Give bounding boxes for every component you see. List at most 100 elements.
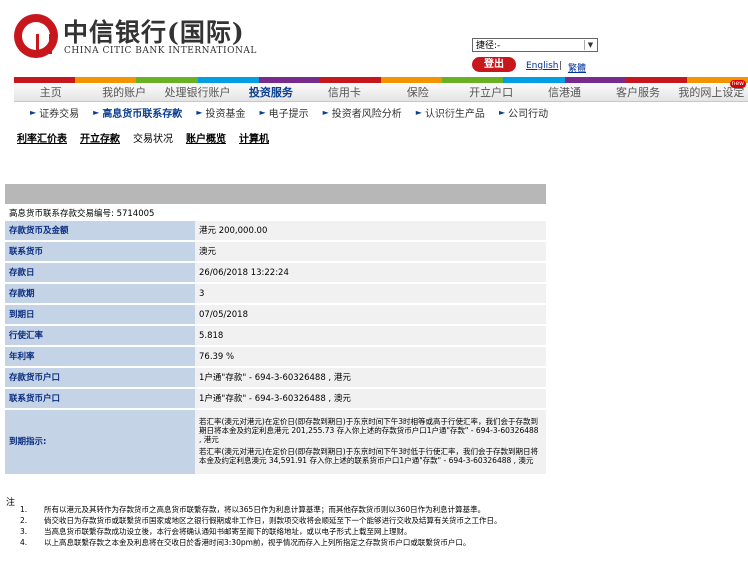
stripe-segment [136, 77, 198, 83]
note-item: 4. 以上高息联繫存款之本金及利息将在交收日於香港时间3:30pm前，视乎情况而存… [20, 538, 580, 548]
main-nav-item[interactable]: 信港通 [528, 84, 601, 101]
page-header: 中信银行(国际) CHINA CITIC BANK INTERNATIONAL … [0, 0, 748, 76]
instruction-para-1: 若汇率(澳元对港元)在定价日(即存款到期日)于东京时间下午3时相等或高于行使汇率… [199, 416, 539, 444]
note-text: 倘交收日为存款货币或联繫货币国家或地区之银行假期或非工作日，则款项交收将会顺延至… [44, 516, 502, 525]
stripe-segment [197, 77, 259, 83]
detail-row: 年利率 76.39 % [5, 347, 546, 366]
detail-value: 澳元 [195, 242, 546, 261]
arrow-right-icon: ► [498, 107, 506, 117]
tab-link: 交易状况 [133, 134, 173, 145]
maturity-instruction-value: 若汇率(澳元对港元)在定价日(即存款到期日)于东京时间下午3时相等或高于行使汇率… [195, 410, 546, 474]
detail-label: 联系货币 [5, 242, 195, 261]
tab-link[interactable]: 计算机 [239, 130, 269, 145]
brand-name-cn: 中信银行(国际) [63, 18, 245, 47]
new-badge: new [729, 80, 747, 88]
chevron-down-icon[interactable]: ▼ [584, 40, 596, 50]
transaction-ref-value: 5714005 [116, 209, 155, 219]
lang-traditional-link[interactable]: 繁體 [568, 61, 586, 74]
arrow-right-icon: ► [196, 107, 203, 117]
tab-link[interactable]: 开立存款 [80, 130, 120, 145]
sub-nav-item[interactable]: ► 投资者风险分析 [323, 105, 402, 120]
stripe-segment [381, 77, 443, 83]
detail-label: 联系货币户口 [5, 389, 195, 408]
tab-link[interactable]: 利率汇价表 [17, 130, 67, 145]
detail-value: 1户通"存款" - 694-3-60326488 , 港元 [195, 368, 546, 387]
sub-nav-label: 投资基金 [205, 108, 246, 120]
detail-value: 76.39 % [195, 347, 546, 366]
sub-nav-item[interactable]: ► 认识衍生产品 [416, 105, 485, 120]
detail-label: 年利率 [5, 347, 195, 366]
sub-nav-item[interactable]: ► 电子提示 [259, 105, 308, 120]
detail-label: 到期日 [5, 305, 195, 324]
lang-english-link[interactable]: English [526, 61, 559, 71]
brand-name-en: CHINA CITIC BANK INTERNATIONAL [64, 46, 257, 56]
main-nav-item[interactable]: 客户服务 [601, 84, 674, 101]
stripe-segment [14, 77, 76, 83]
arrow-right-icon: ► [415, 107, 422, 117]
note-number: 2. [20, 516, 28, 525]
stripe-segment [625, 77, 687, 83]
main-nav-item[interactable]: 我的网上设定 new [675, 80, 748, 101]
stripe-segment [503, 77, 565, 83]
note-number: 3. [20, 527, 28, 536]
transaction-ref-label: 高息货币联系存款交易编号: [9, 209, 114, 219]
detail-value: 26/06/2018 13:22:24 [195, 263, 546, 282]
arrow-right-icon: ► [93, 107, 100, 117]
note-number: 4. [20, 538, 28, 547]
detail-row: 行使汇率 5.818 [5, 326, 546, 345]
shortcut-select-value: 捷径:- [476, 41, 501, 51]
stripe-segment [258, 77, 320, 83]
stripe-segment [442, 77, 504, 83]
main-nav-item[interactable]: 保险 [381, 84, 454, 101]
sub-nav-item[interactable]: ► 证券交易 [30, 105, 79, 120]
stripe-segment [564, 77, 626, 83]
detail-row: 存款期 3 [5, 284, 546, 303]
note-item: 1. 所有以港元及其转作为存款货币之高息货币联繫存款，将以365日作为利息计算基準… [20, 505, 580, 515]
detail-row: 到期日 07/05/2018 [5, 305, 546, 324]
sub-nav-label: 公司行动 [508, 108, 549, 120]
arrow-right-icon: ► [30, 107, 37, 117]
detail-label: 存款货币及金额 [5, 221, 195, 240]
deposit-details-table: 存款货币及金额 港元 200,000.00 联系货币 澳元 存款日 26/06/2018 … [5, 219, 546, 476]
detail-row: 存款货币及金额 港元 200,000.00 [5, 221, 546, 240]
sub-nav-label: 证券交易 [39, 108, 80, 120]
tab-link[interactable]: 账户概览 [186, 130, 226, 145]
detail-row: 联系货币 澳元 [5, 242, 546, 261]
main-nav-item[interactable]: 我的账户 [87, 84, 160, 101]
stripe-segment [75, 77, 137, 83]
notes-list: 1. 所有以港元及其转作为存款货币之高息货币联繫存款，将以365日作为利息计算基準… [20, 505, 580, 549]
note-number: 1. [20, 505, 28, 514]
sub-nav-item[interactable]: ► 高息货币联系存款 [93, 105, 182, 120]
function-tabs: 利率汇价表 开立存款 交易状况 账户概览 计算机 [17, 130, 282, 145]
detail-row: 联系货币户口 1户通"存款" - 694-3-60326488 , 澳元 [5, 389, 546, 408]
maturity-instruction-label: 到期指示: [5, 410, 195, 474]
section-header-bar [5, 184, 546, 204]
logout-button[interactable]: 登出 [472, 57, 516, 72]
detail-value: 07/05/2018 [195, 305, 546, 324]
instruction-para-2: 若汇率(澳元对港元)在定价日(即存款到期日)于东京时间下午3时低于行使汇率，我们… [199, 446, 538, 465]
transaction-ref: 高息货币联系存款交易编号: 5714005 [9, 207, 154, 219]
detail-row: 存款货币户口 1户通"存款" - 694-3-60326488 , 港元 [5, 368, 546, 387]
note-item: 3. 当高息货币联繫存款成功设立後，本行会将确认通知书邮寄至阁下的联络地址，或以电… [20, 527, 580, 537]
bank-logo-icon[interactable] [14, 14, 58, 58]
main-nav-item[interactable]: 主页 [14, 84, 87, 101]
sub-nav-item[interactable]: ► 投资基金 [196, 105, 245, 120]
main-nav-item[interactable]: 投资服务 [234, 84, 307, 101]
sub-nav-label: 电子提示 [268, 108, 309, 120]
detail-value: 3 [195, 284, 546, 303]
main-nav-item[interactable]: 信用卡 [308, 84, 381, 101]
notes-title: 注 [6, 498, 16, 508]
arrow-right-icon: ► [322, 107, 329, 117]
sub-nav-label: 投资者风险分析 [331, 108, 402, 120]
detail-label: 存款货币户口 [5, 368, 195, 387]
sub-nav-label: 高息货币联系存款 [102, 108, 183, 120]
main-nav-item[interactable]: 开立户口 [454, 84, 527, 101]
detail-label: 存款日 [5, 263, 195, 282]
main-nav-item[interactable]: 处理银行账户 [161, 84, 234, 101]
detail-value: 1户通"存款" - 694-3-60326488 , 澳元 [195, 389, 546, 408]
detail-row: 存款日 26/06/2018 13:22:24 [5, 263, 546, 282]
detail-label: 存款期 [5, 284, 195, 303]
sub-nav-item[interactable]: ► 公司行动 [499, 105, 548, 120]
color-stripe [14, 77, 748, 83]
shortcut-select[interactable]: 捷径:- ▼ [472, 38, 598, 52]
